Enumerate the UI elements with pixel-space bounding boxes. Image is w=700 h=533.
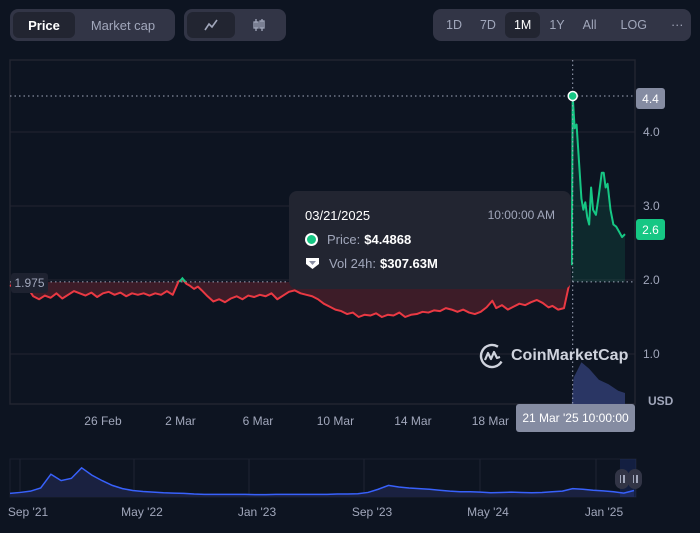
y-axis-tick-label: 3.0 [643, 199, 660, 213]
x-axis-tick-label: 14 Mar [394, 414, 432, 428]
range-7d[interactable]: 7D [471, 12, 505, 38]
navigator-tick-label: Sep '21 [7, 505, 49, 519]
volume-icon [306, 258, 319, 269]
currency-label: USD [648, 394, 674, 408]
navigator-chart[interactable] [0, 455, 700, 505]
candlestick-icon [253, 19, 265, 31]
y-axis-tick-label: 4.0 [643, 125, 660, 139]
line-chart-icon [204, 19, 218, 31]
navigator-tick-label: May '22 [121, 505, 163, 519]
y-axis-tick-label: 2.0 [643, 273, 660, 287]
navigator-tick-label: Jan '23 [237, 505, 277, 519]
navigator-right-handle[interactable] [628, 469, 642, 489]
tooltip-date: 03/21/2025 [305, 208, 371, 223]
current-price-badge: 2.6 [636, 219, 665, 240]
market-cap-tab[interactable]: Market cap [75, 12, 171, 38]
coinmarketcap-logo-icon [479, 343, 505, 369]
range-1d[interactable]: 1D [437, 12, 471, 38]
log-scale-button[interactable]: LOG [612, 12, 656, 38]
x-axis-tick-label: 10 Mar [316, 414, 355, 428]
above-baseline-area [571, 95, 625, 282]
price-dot-icon [305, 233, 318, 246]
price-tab[interactable]: Price [13, 12, 75, 38]
tooltip-price-value: $4.4868 [364, 232, 412, 247]
tooltip-volume-label: Vol 24h: [329, 256, 376, 271]
y-axis-tick-label: 1.0 [643, 347, 660, 361]
navigator-tick-label: Jan '25 [584, 505, 624, 519]
range-all[interactable]: All [574, 12, 606, 38]
chart-type-toggle [184, 9, 286, 41]
tooltip-volume-value: $307.63M [380, 256, 438, 271]
candlestick-button[interactable] [235, 12, 283, 38]
baseline-price-badge: 1.975 [11, 273, 48, 293]
navigator-tick-label: May '24 [467, 505, 509, 519]
crosshair-point [567, 90, 578, 102]
crosshair-price-badge: 4.4 [636, 88, 665, 109]
x-axis-tick-label: 6 Mar [242, 414, 274, 428]
price-tooltip: 03/21/2025 10:00:00 AM Price: $4.4868 Vo… [289, 191, 571, 289]
range-1m[interactable]: 1M [504, 12, 541, 38]
navigator-left-handle[interactable] [615, 469, 629, 489]
time-range-toggle: 1D 7D 1M 1Y All LOG ··· [433, 9, 691, 41]
range-1y[interactable]: 1Y [540, 12, 573, 38]
navigator-tick-label: Sep '23 [351, 505, 393, 519]
tooltip-price-label: Price: [327, 232, 361, 247]
metric-toggle: Price Market cap [10, 9, 175, 41]
more-options-button[interactable]: ··· [662, 12, 693, 38]
watermark: CoinMarketCap [479, 343, 628, 369]
x-axis-tick-label: 2 Mar [165, 414, 196, 428]
x-axis-tick-label: 26 Feb [84, 414, 122, 428]
crosshair-time-badge: 21 Mar '25 10:00:00 [516, 404, 635, 432]
watermark-text: CoinMarketCap [511, 347, 629, 364]
tooltip-time: 10:00:00 AM [487, 208, 555, 222]
x-axis-tick-label: 18 Mar [471, 414, 510, 428]
line-chart-button[interactable] [187, 12, 235, 38]
